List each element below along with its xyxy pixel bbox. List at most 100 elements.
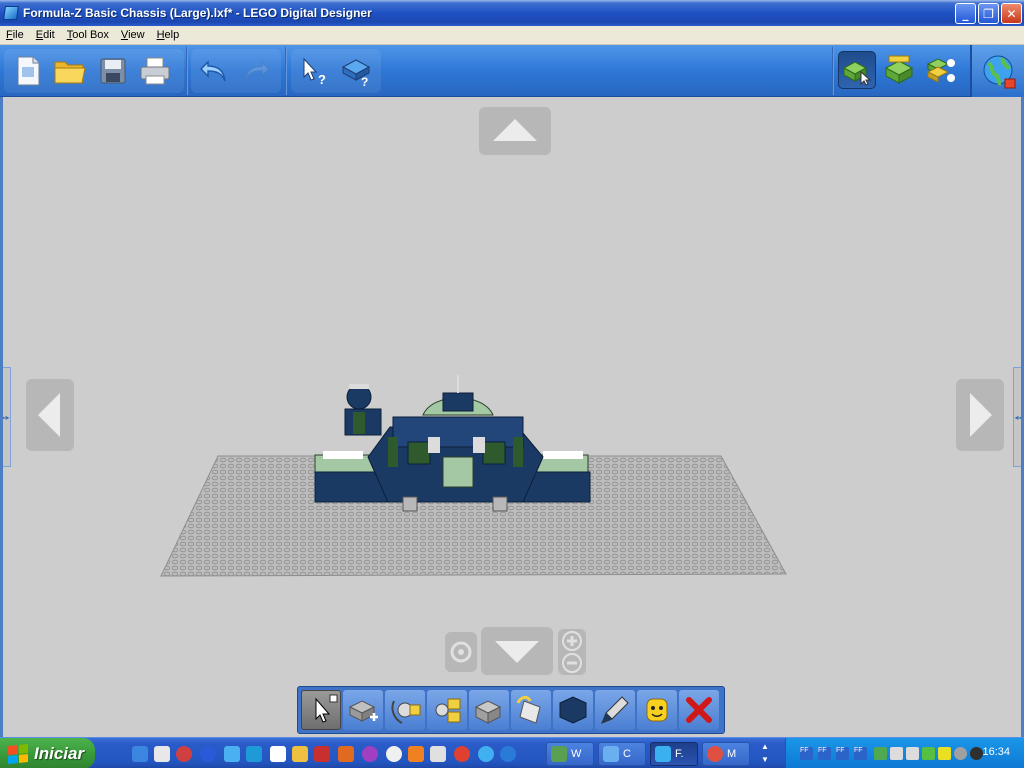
menu-edit[interactable]: Edit: [30, 29, 61, 41]
tray-icon-ff[interactable]: FF: [854, 747, 867, 760]
open-button[interactable]: [52, 53, 88, 89]
window-title: Formula-Z Basic Chassis (Large).lxf* - L…: [23, 6, 372, 20]
quick-launch-chrome-icon[interactable]: [454, 746, 470, 762]
tray-network-icon[interactable]: [890, 747, 903, 760]
quick-launch-ie-icon[interactable]: [132, 746, 148, 762]
color-swatch-button[interactable]: [553, 690, 593, 730]
undo-icon: [199, 60, 226, 82]
task-button[interactable]: M: [702, 742, 750, 766]
quick-launch-app-icon[interactable]: [314, 746, 330, 762]
scene-canvas: [160, 375, 787, 577]
delete-tool-button[interactable]: [679, 690, 719, 730]
clone-tool-button[interactable]: [343, 690, 383, 730]
quick-launch-desktop-icon[interactable]: [154, 746, 170, 762]
system-tray: FF FF FF FF 16:34: [785, 738, 1024, 768]
task-button-active[interactable]: F.: [650, 742, 698, 766]
paint-tool-button[interactable]: [511, 690, 551, 730]
tray-app-icon[interactable]: [954, 747, 967, 760]
view-mode-button[interactable]: [880, 51, 918, 89]
eyedropper-icon: [601, 696, 629, 724]
minifig-head-icon: [646, 698, 668, 722]
build-viewport[interactable]: ▸▸ ◂◂: [0, 97, 1024, 737]
start-button[interactable]: Iniciar: [0, 738, 95, 768]
building-guide-mode-button[interactable]: [922, 51, 960, 89]
quick-launch-app-icon[interactable]: [362, 746, 378, 762]
menu-help[interactable]: Help: [151, 29, 186, 41]
quick-launch-app-icon[interactable]: [408, 746, 424, 762]
menu-edit-label: dit: [43, 29, 55, 41]
quick-launch-word-icon[interactable]: [270, 746, 286, 762]
share-button[interactable]: [981, 53, 1019, 96]
scroll-down-icon[interactable]: ▼: [758, 753, 772, 766]
live-messenger-icon: [551, 746, 567, 762]
task-label: C: [623, 748, 631, 760]
toolbar-separator: [186, 47, 188, 95]
quick-launch-app-icon[interactable]: [338, 746, 354, 762]
close-button[interactable]: ✕: [1001, 3, 1022, 24]
menu-bar: File Edit Tool Box View Help: [0, 26, 1024, 45]
select-help-icon: ?: [303, 57, 326, 87]
tray-icon-ff[interactable]: FF: [800, 747, 813, 760]
flex-tool-button[interactable]: [469, 690, 509, 730]
maximize-button[interactable]: ❐: [978, 3, 999, 24]
menu-view[interactable]: View: [115, 29, 151, 41]
task-button[interactable]: C: [598, 742, 646, 766]
lego-designer-icon: [655, 746, 671, 762]
build-mode-icon: [842, 61, 872, 86]
brick-help-button[interactable]: ?: [338, 53, 374, 89]
window-controls: _ ❐ ✕: [955, 3, 1022, 24]
quick-launch-ie-icon[interactable]: [500, 746, 516, 762]
tray-volume-icon[interactable]: [906, 747, 919, 760]
hinge-align-tool-button[interactable]: [427, 690, 467, 730]
taskbar-scroll[interactable]: ▲ ▼: [758, 740, 772, 767]
lego-designer-icon: [3, 6, 19, 20]
build-mode-button[interactable]: [838, 51, 876, 89]
quick-launch-app-icon[interactable]: [386, 746, 402, 762]
menu-file-accel: F: [6, 29, 13, 41]
clone-icon: [348, 700, 378, 722]
people-icon: [603, 746, 619, 762]
hinge-tool-button[interactable]: [385, 690, 425, 730]
tray-icon-ff[interactable]: FF: [818, 747, 831, 760]
windows-flag-icon: [8, 743, 28, 764]
select-tool-button[interactable]: [301, 690, 341, 730]
quick-launch-lego-icon[interactable]: [246, 746, 262, 762]
paint-bucket-icon: [516, 695, 541, 724]
tray-app-icon[interactable]: [970, 747, 983, 760]
quick-launch-app-icon[interactable]: [292, 746, 308, 762]
tray-icon-ff[interactable]: FF: [836, 747, 849, 760]
app-window: Formula-Z Basic Chassis (Large).lxf* - L…: [0, 0, 1024, 768]
select-help-button[interactable]: ?: [296, 53, 332, 89]
tool-palette: [297, 686, 725, 734]
clock: 16:34: [982, 746, 1010, 758]
undo-button[interactable]: [196, 53, 232, 89]
title-bar[interactable]: Formula-Z Basic Chassis (Large).lxf* - L…: [0, 0, 1024, 26]
quick-launch-media-icon[interactable]: [176, 746, 192, 762]
scroll-up-icon[interactable]: ▲: [758, 740, 772, 753]
task-button[interactable]: W: [546, 742, 594, 766]
new-file-button[interactable]: [10, 53, 46, 89]
minimize-button[interactable]: _: [955, 3, 976, 24]
tray-messenger-icon[interactable]: [874, 747, 887, 760]
decoration-tool-button[interactable]: [637, 690, 677, 730]
hinge-icon: [391, 700, 421, 724]
print-button[interactable]: [137, 53, 173, 89]
main-toolbar: ? ?: [0, 45, 1024, 97]
tray-app-icon[interactable]: [922, 747, 935, 760]
quick-launch-app-icon[interactable]: [200, 746, 216, 762]
menu-file-label: ile: [12, 29, 24, 41]
menu-file[interactable]: File: [0, 29, 30, 41]
color-picker-button[interactable]: [595, 690, 635, 730]
menu-view-accel: V: [120, 29, 129, 41]
start-label: Iniciar: [34, 743, 85, 763]
quick-launch-app-icon[interactable]: [224, 746, 240, 762]
quick-launch-app-icon[interactable]: [430, 746, 446, 762]
color-swatch-icon: [559, 696, 587, 724]
open-folder-icon: [54, 61, 86, 84]
menu-toolbox[interactable]: Tool Box: [61, 29, 115, 41]
cursor-icon: [315, 694, 338, 723]
save-button[interactable]: [95, 53, 131, 89]
toolbar-separator: [832, 47, 834, 95]
tray-app-icon[interactable]: [938, 747, 951, 760]
quick-launch-app-icon[interactable]: [478, 746, 494, 762]
